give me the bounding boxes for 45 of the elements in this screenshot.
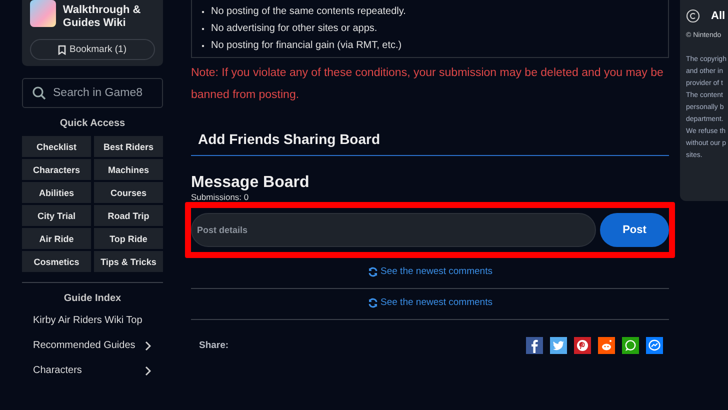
bookmark-button[interactable]: Bookmark (1) [30,39,155,60]
quick-link[interactable]: Road Trip [94,205,163,226]
search-icon [32,86,46,100]
quick-link[interactable]: Characters [22,159,91,180]
quick-link[interactable]: City Trial [22,205,91,226]
whatsapp-share-icon[interactable] [622,337,639,354]
search-field[interactable]: Search in Game8 [22,78,163,108]
messenger-share-icon[interactable] [646,337,663,354]
facebook-share-icon[interactable] [526,337,543,354]
reddit-share-icon[interactable] [598,337,615,354]
share-label: Share: [199,340,229,351]
guide-index-heading: Guide Index [62,293,122,304]
bookmark-icon [58,44,66,54]
quick-link[interactable]: Cosmetics [22,251,91,272]
guide-link[interactable]: Recommended Guides [22,333,151,358]
quick-link[interactable]: Best Riders [94,136,163,157]
warning-note: Note: If you violate any of these conditions, your submission may be deleted and you may be banned from posting. [191,66,664,103]
quick-link[interactable]: Tips & Tricks [94,251,163,272]
rule-text: No posting for financial gain (via RMT, etc.) [202,37,658,54]
post-input[interactable]: Post details [191,213,596,247]
post-button[interactable]: Post [600,213,669,247]
pinterest-share-icon[interactable] [574,337,591,354]
board-title: Message Board [191,174,310,192]
refresh-icon [368,266,378,276]
guide-link[interactable]: Kirby Air Riders Wiki Top [22,308,151,333]
quick-link[interactable]: Checklist [22,136,91,157]
panel-title: All [711,10,726,22]
newest-comments-link[interactable]: See the newest comments [368,266,492,277]
rule-text: No posting of the same contents repeatedly. [202,3,658,20]
quick-link[interactable]: Air Ride [22,228,91,249]
submission-count: Submissions: 0 [191,192,250,202]
quick-link[interactable]: Abilities [22,182,91,203]
quick-access-heading: Quick Access [58,118,126,129]
section-heading: Add Friends Sharing Board [191,131,669,156]
game-icon [30,0,56,27]
copyright-icon [686,9,700,23]
twitter-share-icon[interactable] [550,337,567,354]
rule-text: No advertising for other sites or apps. [202,20,658,37]
quick-link[interactable]: Courses [94,182,163,203]
guide-link[interactable]: Characters [22,358,151,383]
quick-link[interactable]: Top Ride [94,228,163,249]
wiki-title: Walkthrough & Guides Wiki [62,4,142,30]
refresh-icon [368,298,378,308]
quick-link[interactable]: Machines [94,159,163,180]
newest-comments-link[interactable]: See the newest comments [368,297,492,308]
